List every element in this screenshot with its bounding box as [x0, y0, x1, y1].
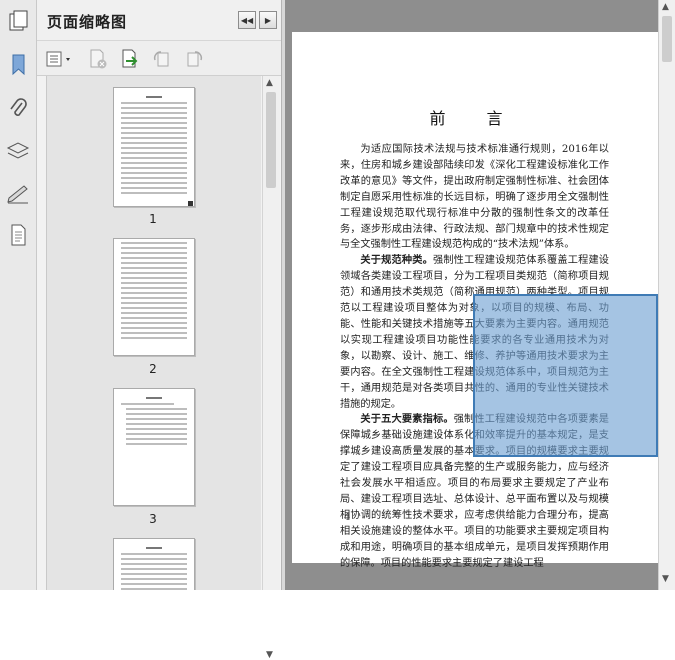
paragraph: 为适应国际技术法规与技术标准通行规则，2016年以来，住房和城乡建设部陆续印发《… [340, 144, 609, 251]
rotate-right-icon [187, 51, 203, 67]
page-document-icon[interactable] [6, 222, 30, 248]
page-thumbnail-4[interactable] [113, 538, 195, 590]
page-thumbnail-1[interactable] [113, 87, 195, 207]
scroll-up-icon[interactable]: ▲ [266, 78, 273, 88]
layers-icon[interactable] [6, 138, 30, 164]
panel-header: 页面缩略图 ◀◀ ▶ [37, 0, 281, 41]
rotate-left-icon [153, 51, 169, 67]
options-list-icon [46, 51, 70, 67]
thumbnail-label: 1 [149, 212, 157, 226]
paragraph-lead: 关于五大要素指标。 [360, 413, 454, 426]
thumbnail-list: 1 2 3 [46, 76, 261, 590]
collapse-panel-button[interactable]: ◀◀ [238, 11, 256, 29]
delete-pages-button[interactable] [87, 48, 109, 70]
page-thumbnail-2[interactable] [113, 238, 195, 356]
scroll-down-icon[interactable]: ▼ [662, 574, 669, 584]
page-thumbnail-3[interactable] [113, 388, 195, 506]
panel-options-button[interactable]: ▶ [259, 11, 277, 29]
attachment-icon[interactable] [6, 96, 30, 122]
delete-page-icon [90, 49, 107, 69]
navigation-toolbar [0, 0, 37, 590]
thumbnail-label: 3 [149, 512, 157, 526]
selection-marker [188, 201, 193, 206]
thumbnail-toolbar [37, 41, 281, 76]
scroll-up-icon[interactable]: ▲ [662, 2, 669, 12]
bookmark-icon[interactable] [6, 52, 30, 78]
snapshot-selection-area[interactable] [473, 294, 658, 457]
scrollbar-thumb[interactable] [662, 16, 672, 62]
page-heading: 前 言 [429, 109, 521, 128]
thumbnail-label: 2 [149, 362, 157, 376]
pages-panel-icon[interactable] [6, 8, 30, 34]
insert-pages-button[interactable] [119, 48, 141, 70]
rotate-left-button[interactable] [151, 48, 173, 70]
thumbnail-scrollbar[interactable]: ▲ ▼ [262, 76, 280, 660]
insert-page-icon [122, 49, 138, 68]
page-number: 4 [344, 512, 351, 523]
right-arrow-icon: ▶ [264, 15, 272, 25]
signature-icon[interactable] [6, 180, 30, 206]
panel-title: 页面缩略图 [47, 13, 128, 31]
double-left-arrow-icon: ◀◀ [240, 15, 254, 25]
document-scrollbar[interactable]: ▲ ▼ [658, 0, 675, 590]
rotate-right-button[interactable] [183, 48, 205, 70]
scrollbar-thumb[interactable] [266, 92, 276, 188]
options-menu-button[interactable] [46, 48, 74, 70]
paragraph-lead: 关于规范种类。 [360, 254, 433, 267]
scroll-down-icon[interactable]: ▼ [266, 650, 273, 660]
